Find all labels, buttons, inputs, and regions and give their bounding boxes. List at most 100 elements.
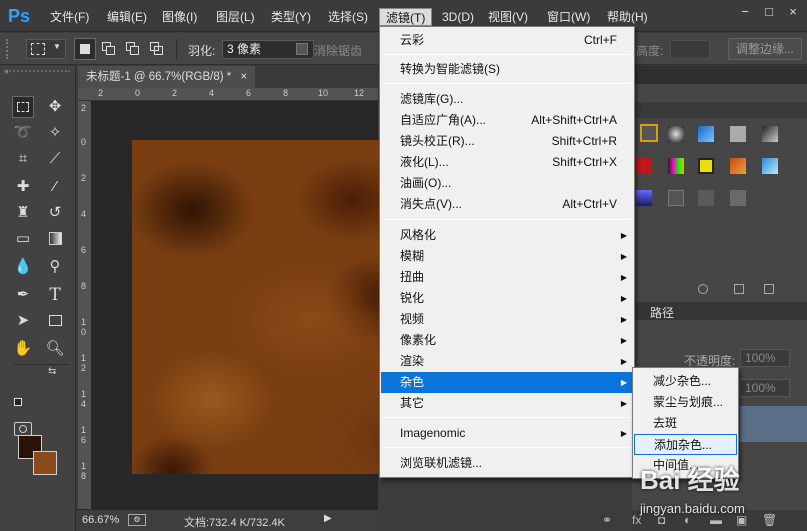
link-layers-icon[interactable]: ⚭ [602,513,612,527]
healing-brush-tool[interactable]: ✚ [12,176,34,198]
subtract-selection-button[interactable] [122,38,144,60]
style-swatch[interactable] [730,158,746,174]
blur-tool[interactable]: 💧 [12,256,34,278]
submenu-item-add-noise[interactable]: 添加杂色... [634,434,737,455]
height-input[interactable] [670,40,710,59]
path-selection-tool[interactable]: ➤ [12,310,34,332]
style-swatch[interactable] [730,190,746,206]
zoom-level[interactable]: 66.67% [82,514,119,526]
menu-item-video[interactable]: 视频 ▶ [381,309,633,330]
menu-item-convert-smart-filter[interactable]: 转换为智能滤镜(S) [381,59,633,80]
menu-type[interactable]: 类型(Y) [271,8,311,26]
menu-item-imagenomic[interactable]: Imagenomic ▶ [381,423,633,444]
style-swatch[interactable] [762,158,778,174]
menu-filter[interactable]: 滤镜(T) [379,8,433,26]
style-swatch[interactable] [636,158,652,174]
magic-wand-tool[interactable]: ✧ [44,122,66,144]
menu-item-lens-correction[interactable]: 镜头校正(R)... Shift+Ctrl+R [381,131,633,152]
submenu-item-despeckle[interactable]: 去斑 [634,413,737,434]
menu-item-render[interactable]: 渲染 ▶ [381,351,633,372]
style-swatch[interactable] [698,126,714,142]
menu-item-distort[interactable]: 扭曲 ▶ [381,267,633,288]
close-window-button[interactable]: × [782,2,804,22]
menu-item-clouds[interactable]: 云彩 Ctrl+F [381,30,633,51]
minimize-button[interactable]: − [734,2,756,22]
style-swatch[interactable] [698,190,714,206]
marquee-preset-picker[interactable]: ▼ [26,39,66,59]
menu-layer[interactable]: 图层(L) [216,8,255,26]
rect-marquee-tool[interactable] [12,96,34,118]
menu-image[interactable]: 图像(I) [162,8,197,26]
paths-tab[interactable]: 路径 [650,304,674,321]
crop-tool[interactable]: ⌗ [12,148,34,170]
eyedropper-tool[interactable]: ⟋ [44,148,66,170]
background-color-swatch[interactable] [33,451,57,475]
add-selection-button[interactable] [98,38,120,60]
menu-item-vanishing-point[interactable]: 消失点(V)... Alt+Ctrl+V [381,194,633,215]
menu-item-filter-gallery[interactable]: 滤镜库(G)... [381,89,633,110]
style-swatch-selected[interactable] [640,124,658,142]
menu-edit[interactable]: 编辑(E) [107,8,147,26]
submenu-item-label: 蒙尘与划痕... [653,395,724,409]
submenu-item-reduce-noise[interactable]: 减少杂色... [634,371,737,392]
rectangle-shape-tool[interactable] [44,310,66,332]
layer-row-selected[interactable] [740,406,807,442]
style-swatch[interactable] [762,126,778,142]
menu-item-blur[interactable]: 模糊 ▶ [381,246,633,267]
menu-help[interactable]: 帮助(H) [607,8,648,26]
menu-item-stylize[interactable]: 风格化 ▶ [381,225,633,246]
style-swatch[interactable] [636,190,652,206]
history-brush-tool[interactable]: ↺ [44,202,66,224]
pen-tool[interactable]: ✒ [12,284,34,306]
status-icon[interactable]: ⚙ [128,514,146,526]
maximize-button[interactable]: □ [758,2,780,22]
refine-edge-button[interactable]: 调整边缘... [728,38,802,60]
menu-select[interactable]: 选择(S) [328,8,368,26]
swap-colors-icon[interactable]: ⇆ [48,366,56,377]
new-selection-button[interactable] [74,38,96,60]
style-swatch[interactable] [668,158,684,174]
menu-item-sharpen[interactable]: 锐化 ▶ [381,288,633,309]
menu-item-noise[interactable]: 杂色 ▶ [381,372,633,393]
menu-3d[interactable]: 3D(D) [442,8,474,26]
ruler-tick: 0 [135,88,141,98]
menu-window[interactable]: 窗口(W) [547,8,590,26]
submenu-item-dust-scratches[interactable]: 蒙尘与划痕... [634,392,737,413]
gradient-tool[interactable] [44,228,66,250]
menu-item-other[interactable]: 其它 ▶ [381,393,633,414]
menu-item-browse-online-filters[interactable]: 浏览联机滤镜... [381,453,633,474]
quick-mask-icon[interactable] [14,422,32,436]
document-tab[interactable]: 未标题-1 @ 66.7%(RGB/8) * × [78,66,256,88]
type-tool[interactable]: T [44,284,66,306]
new-style-icon[interactable] [734,284,744,294]
clone-stamp-tool[interactable]: ♜ [12,202,34,224]
style-swatch[interactable] [698,158,714,174]
brush-tool[interactable]: ⁄ [44,176,66,198]
clear-style-icon[interactable] [698,284,708,294]
eraser-tool[interactable]: ▭ [12,228,34,250]
ruler-tick: 2 [98,88,104,98]
opacity-input[interactable]: 100% [740,349,790,367]
play-arrow-icon[interactable]: ▶ [324,513,332,524]
style-swatch[interactable] [668,126,684,142]
menu-item-adaptive-wide-angle[interactable]: 自适应广角(A)... Alt+Shift+Ctrl+A [381,110,633,131]
dodge-tool[interactable]: ⚲ [44,256,66,278]
lasso-tool[interactable]: ➰ [12,122,34,144]
menu-view[interactable]: 视图(V) [488,8,528,26]
zoom-tool[interactable]: 🔍︎ [44,338,66,360]
collapse-arrows-icon[interactable]: « [4,66,9,76]
menu-item-pixelate[interactable]: 像素化 ▶ [381,330,633,351]
default-colors-icon[interactable] [14,398,22,406]
intersect-selection-button[interactable] [146,38,168,60]
menu-item-oil-paint[interactable]: 油画(O)... [381,173,633,194]
fill-input[interactable]: 100% [740,379,790,397]
close-tab-icon[interactable]: × [240,71,247,83]
menu-file[interactable]: 文件(F) [50,8,89,26]
style-swatch[interactable] [668,190,684,206]
move-tool[interactable]: ✥ [44,96,66,118]
style-swatch[interactable] [730,126,746,142]
hand-tool[interactable]: ✋ [12,338,34,360]
menu-item-liquify[interactable]: 液化(L)... Shift+Ctrl+X [381,152,633,173]
antialias-checkbox[interactable] [296,43,308,55]
delete-style-icon[interactable] [764,284,774,294]
